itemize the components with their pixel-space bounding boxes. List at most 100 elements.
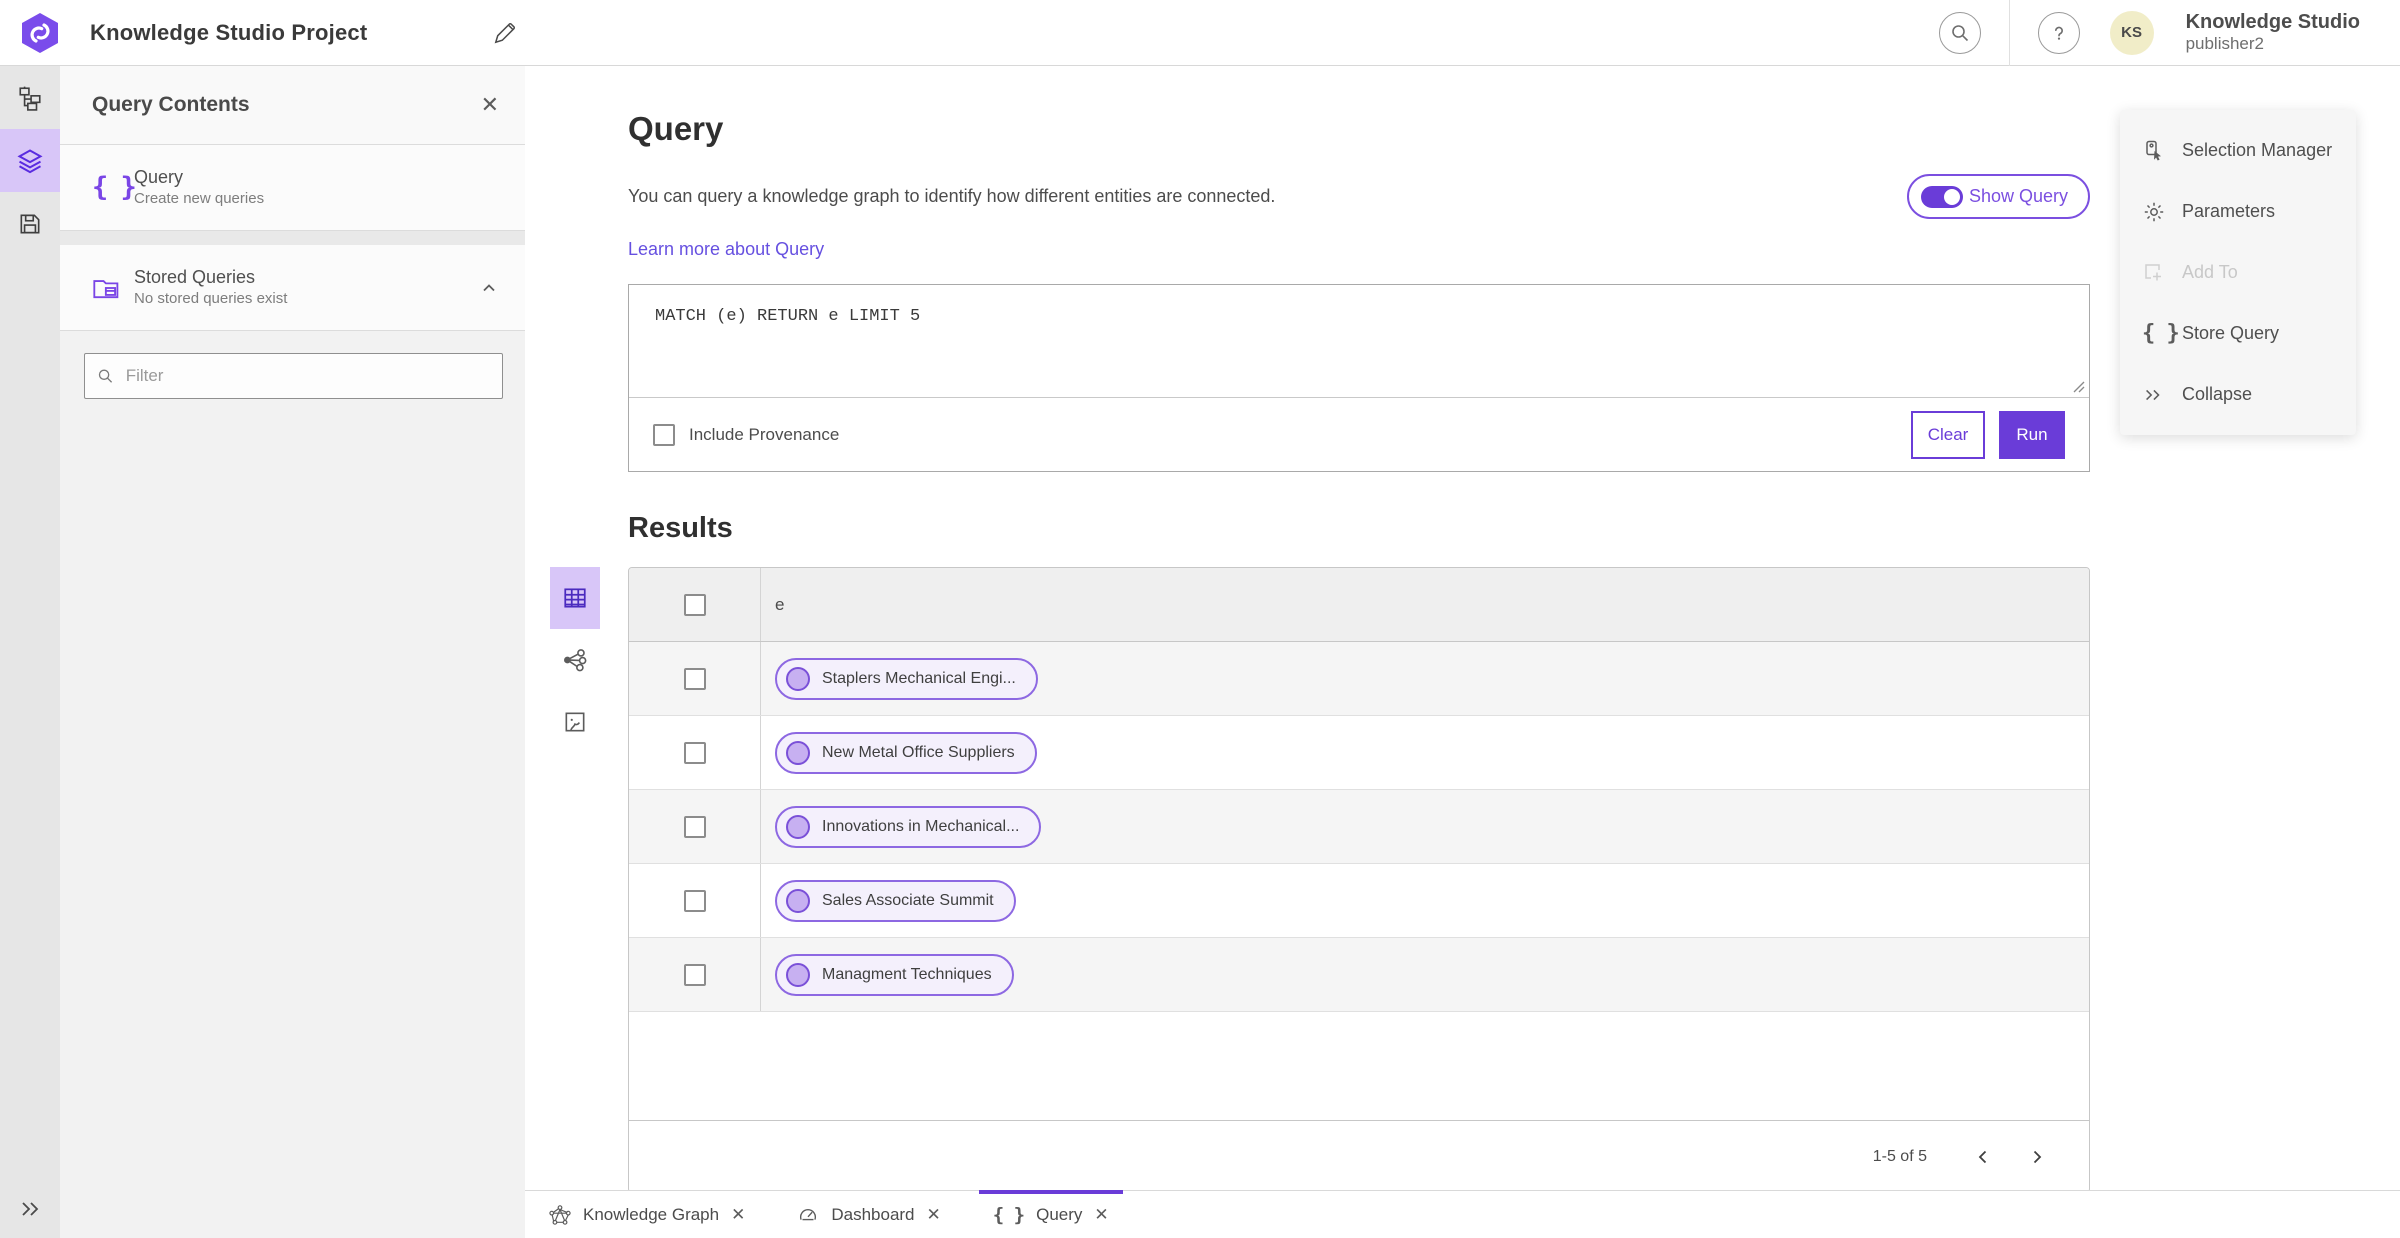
knowledge-graph-icon	[549, 1204, 571, 1225]
include-provenance-label: Include Provenance	[689, 424, 840, 444]
user-name: Knowledge Studio	[2185, 11, 2360, 34]
menu-item-collapse[interactable]: Collapse	[2120, 364, 2356, 425]
row-checkbox[interactable]	[683, 741, 706, 764]
chevron-left-icon	[1978, 1150, 1987, 1163]
entity-label: Sales Associate Summit	[822, 891, 994, 909]
tab-query[interactable]: { } Query ✕	[978, 1190, 1123, 1238]
entity-icon	[786, 962, 810, 987]
entity-pill[interactable]: Managment Techniques	[775, 953, 1014, 996]
panel-item-subtitle: Create new queries	[134, 190, 265, 208]
learn-more-link[interactable]: Learn more about Query	[628, 239, 824, 260]
search-button[interactable]	[1938, 11, 1981, 54]
entity-pill[interactable]: New Metal Office Suppliers	[775, 731, 1037, 774]
table-row[interactable]: Managment Techniques	[629, 938, 2089, 1012]
help-button[interactable]	[2037, 11, 2080, 54]
menu-item-parameters[interactable]: Parameters	[2120, 181, 2356, 242]
rail-item-layers[interactable]	[0, 129, 60, 192]
entity-label: New Metal Office Suppliers	[822, 743, 1015, 761]
close-tab-button[interactable]: ✕	[1094, 1205, 1108, 1225]
close-tab-button[interactable]: ✕	[927, 1205, 941, 1225]
table-row[interactable]: Innovations in Mechanical...	[629, 790, 2089, 864]
results-view-switcher	[550, 567, 628, 1193]
panel-header: Query Contents ✕	[60, 66, 525, 145]
entity-label: Staplers Mechanical Engi...	[822, 669, 1016, 687]
table-row[interactable]: Sales Associate Summit	[629, 864, 2089, 938]
panel-item-query[interactable]: { } Query Create new queries	[60, 145, 525, 231]
map-view-button[interactable]	[550, 691, 600, 753]
row-checkbox[interactable]	[683, 667, 706, 690]
graph-view-button[interactable]	[550, 629, 600, 691]
user-role: publisher2	[2185, 34, 2265, 54]
dashboard-icon	[800, 1208, 817, 1220]
collapse-section-button[interactable]	[479, 278, 499, 298]
entity-icon	[786, 814, 810, 839]
include-provenance-checkbox[interactable]	[653, 423, 675, 446]
run-button[interactable]: Run	[1999, 410, 2065, 459]
filter-section	[60, 331, 525, 417]
chevron-right-icon	[2033, 1150, 2042, 1163]
row-checkbox[interactable]	[683, 963, 706, 986]
curly-braces-icon: { }	[2142, 321, 2180, 346]
select-all-checkbox[interactable]	[683, 593, 706, 616]
resize-grip-icon[interactable]	[2071, 379, 2085, 393]
entity-pill[interactable]: Sales Associate Summit	[775, 879, 1016, 922]
double-chevron-right-icon	[2142, 384, 2182, 406]
clear-button[interactable]: Clear	[1911, 410, 1985, 459]
close-tab-button[interactable]: ✕	[731, 1205, 745, 1225]
close-panel-button[interactable]: ✕	[481, 92, 499, 118]
tab-dashboard[interactable]: Dashboard ✕	[783, 1191, 954, 1238]
query-tool-menu: Selection Manager Parameters Add To {} …	[2120, 110, 2356, 435]
topbar-divider	[2008, 0, 2010, 66]
page-range-text: 1-5 of 5	[1872, 1147, 1927, 1165]
knowledge-studio-app: Knowledge Studio Project KS Knowledge St…	[0, 0, 2400, 1238]
save-icon	[20, 214, 40, 233]
query-textarea[interactable]: MATCH (e) RETURN e LIMIT 5	[629, 285, 2089, 397]
search-icon	[1951, 24, 1968, 41]
table-pagination: 1-5 of 5	[629, 1120, 2089, 1192]
row-checkbox[interactable]	[683, 889, 706, 912]
question-mark-icon	[2054, 26, 2063, 40]
panel-item-title: Query	[134, 167, 184, 188]
results-title: Results	[628, 512, 733, 544]
curly-braces-icon: { }	[92, 172, 137, 203]
tab-knowledge-graph[interactable]: Knowledge Graph ✕	[535, 1191, 759, 1238]
table-row[interactable]: Staplers Mechanical Engi...	[629, 642, 2089, 716]
row-checkbox[interactable]	[683, 815, 706, 838]
entity-pill[interactable]: Innovations in Mechanical...	[775, 805, 1042, 848]
query-editor-box: MATCH (e) RETURN e LIMIT 5 Include Prove…	[628, 284, 2090, 472]
panel-item-stored-queries[interactable]: Stored Queries No stored queries exist	[60, 245, 525, 331]
app-logo-icon	[22, 12, 58, 53]
column-header-e[interactable]: e	[760, 568, 2089, 641]
user-avatar[interactable]: KS	[2109, 10, 2154, 55]
layers-icon	[17, 148, 43, 173]
filter-input[interactable]	[125, 366, 490, 386]
expand-rail-button[interactable]	[0, 1180, 60, 1238]
table-row[interactable]: New Metal Office Suppliers	[629, 716, 2089, 790]
panel-title: Query Contents	[92, 93, 250, 116]
rail-item-save[interactable]	[0, 192, 60, 255]
entity-label: Managment Techniques	[822, 965, 992, 983]
results-table: e Staplers Mechanical Engi... New Metal …	[628, 567, 2090, 1193]
gear-icon	[2142, 200, 2182, 224]
add-to-icon	[2142, 261, 2182, 285]
entity-pill[interactable]: Staplers Mechanical Engi...	[775, 657, 1038, 700]
table-header-row: e	[629, 568, 2089, 642]
menu-item-store-query[interactable]: { } Store Query	[2120, 303, 2356, 364]
filter-field[interactable]	[84, 353, 503, 399]
next-page-button[interactable]	[2015, 1135, 2059, 1179]
previous-page-button[interactable]	[1961, 1135, 2005, 1179]
entity-icon	[786, 666, 810, 691]
user-info[interactable]: Knowledge Studio publisher2	[2186, 11, 2360, 54]
table-view-button[interactable]	[550, 567, 600, 629]
main-area: Query You can query a knowledge graph to…	[525, 66, 2400, 1238]
query-contents-panel: Query Contents ✕ { } Query Create new qu…	[60, 66, 525, 1238]
schema-icon	[19, 86, 41, 111]
rail-item-schema[interactable]	[0, 66, 60, 129]
top-bar: Knowledge Studio Project KS Knowledge St…	[0, 0, 2400, 66]
edit-title-button[interactable]	[487, 15, 523, 51]
show-query-toggle[interactable]: Show Query	[1906, 174, 2090, 219]
bottom-tab-bar: Knowledge Graph ✕ Dashboard ✕ { } Query …	[525, 1190, 2400, 1238]
page-title: Query	[628, 110, 724, 147]
table-icon	[564, 588, 586, 608]
menu-item-selection-manager[interactable]: Selection Manager	[2120, 120, 2356, 181]
